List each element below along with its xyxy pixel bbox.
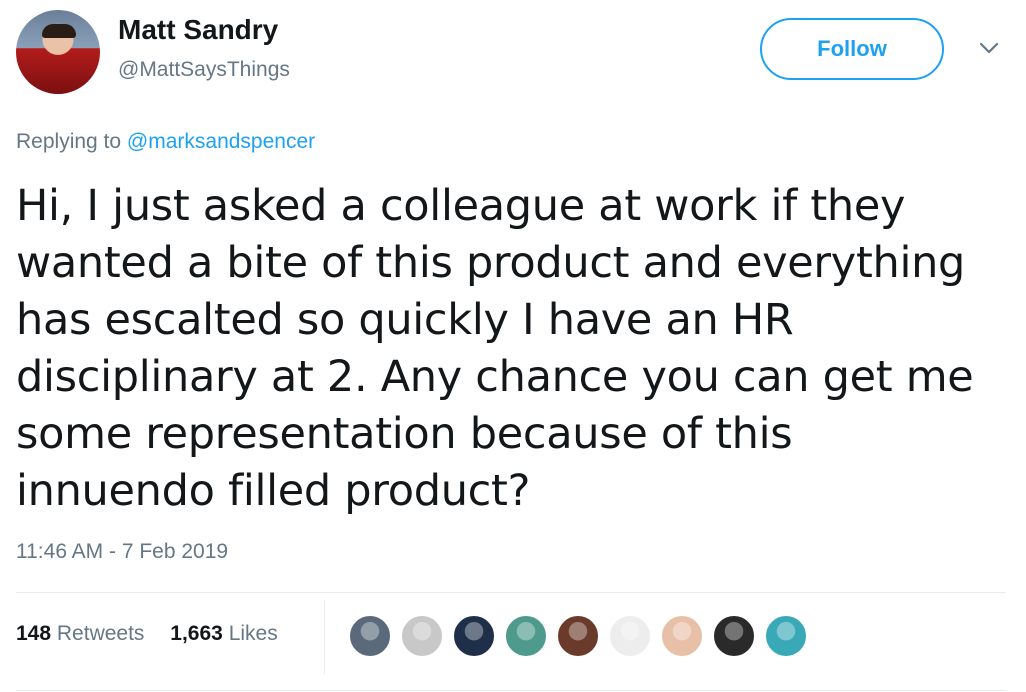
tweet-line: Hi, I just asked a colleague at work if … bbox=[16, 181, 906, 231]
stats-separator bbox=[324, 600, 325, 674]
tweet-line: some representation because of this bbox=[16, 409, 793, 459]
tweet-text: Hi, I just asked a colleague at work if … bbox=[16, 178, 1006, 520]
likes-count: 1,663 bbox=[170, 622, 223, 645]
tweet-stats: 148 Retweets 1,663 Likes bbox=[16, 622, 298, 646]
likes-stat[interactable]: 1,663 Likes bbox=[170, 622, 277, 646]
tweet-line: disciplinary at 2. Any chance you can ge… bbox=[16, 352, 974, 402]
liker-avatar-5[interactable] bbox=[556, 614, 600, 658]
retweets-stat[interactable]: 148 Retweets bbox=[16, 622, 144, 646]
liker-avatar-4[interactable] bbox=[504, 614, 548, 658]
replying-to: Replying to @marksandspencer bbox=[16, 130, 315, 154]
liker-avatar-2[interactable] bbox=[400, 614, 444, 658]
tweet-line: has escalted so quickly I have an HR bbox=[16, 295, 794, 345]
chevron-down-icon[interactable] bbox=[978, 40, 1000, 56]
replying-prefix: Replying to bbox=[16, 130, 122, 153]
tweet-card: Matt Sandry @MattSaysThings Follow Reply… bbox=[0, 0, 1026, 692]
avatar-hair bbox=[42, 24, 76, 38]
author-handle[interactable]: @MattSaysThings bbox=[118, 58, 290, 82]
liker-avatar-9[interactable] bbox=[764, 614, 808, 658]
retweets-label: Retweets bbox=[56, 622, 145, 645]
tweet-line: innuendo filled product? bbox=[16, 466, 531, 516]
liker-avatar-6[interactable] bbox=[608, 614, 652, 658]
liker-avatar-1[interactable] bbox=[348, 614, 392, 658]
divider bbox=[16, 592, 1006, 593]
likes-label: Likes bbox=[228, 622, 278, 645]
author-name[interactable]: Matt Sandry bbox=[118, 14, 278, 46]
liker-avatar-7[interactable] bbox=[660, 614, 704, 658]
divider bbox=[16, 690, 1006, 691]
replying-mention-link[interactable]: @marksandspencer bbox=[127, 130, 315, 153]
follow-button[interactable]: Follow bbox=[760, 18, 944, 80]
tweet-line: wanted a bite of this product and everyt… bbox=[16, 238, 966, 288]
liker-avatar-3[interactable] bbox=[452, 614, 496, 658]
author-avatar[interactable] bbox=[16, 10, 100, 94]
tweet-timestamp[interactable]: 11:46 AM - 7 Feb 2019 bbox=[16, 540, 228, 564]
liker-avatar-8[interactable] bbox=[712, 614, 756, 658]
retweets-count: 148 bbox=[16, 622, 52, 645]
